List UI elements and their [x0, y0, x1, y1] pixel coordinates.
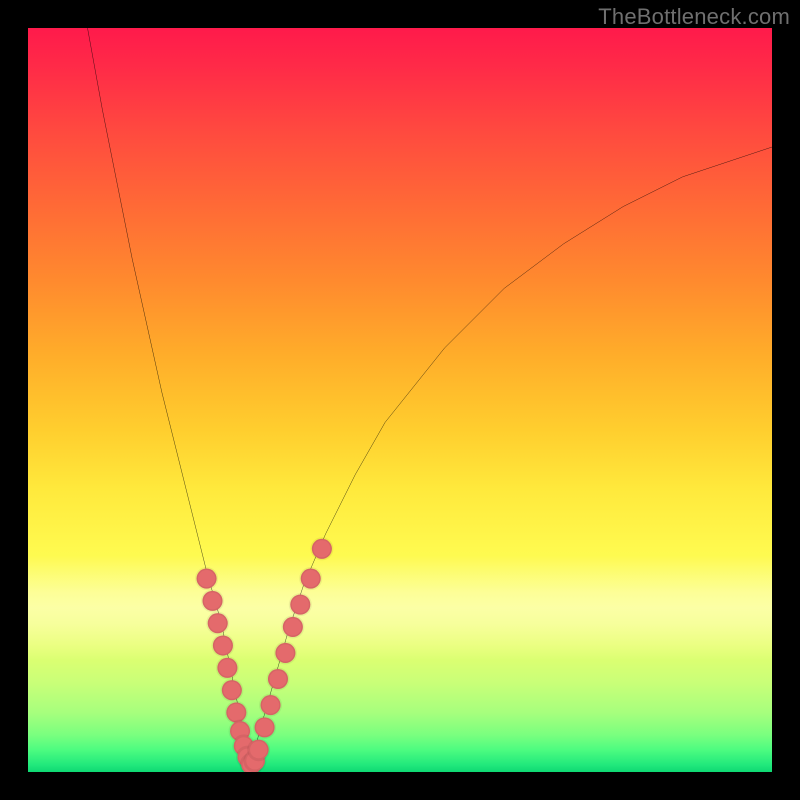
data-point [301, 569, 321, 589]
data-point [213, 635, 233, 655]
outer-frame: TheBottleneck.com [0, 0, 800, 800]
data-point [283, 617, 303, 637]
data-point [197, 569, 217, 589]
data-point [222, 680, 242, 700]
data-point [275, 643, 295, 663]
data-point [217, 658, 237, 678]
data-point [290, 595, 310, 615]
watermark-text: TheBottleneck.com [598, 4, 790, 30]
data-point [202, 591, 222, 611]
data-point [249, 740, 269, 760]
data-point [312, 539, 332, 559]
chart-svg [28, 28, 772, 772]
data-point [261, 695, 281, 715]
data-point [255, 717, 275, 737]
plot-area [28, 28, 772, 772]
dots-right [245, 539, 332, 771]
bottleneck-curve [88, 28, 772, 765]
data-point [208, 613, 228, 633]
data-point [268, 669, 288, 689]
data-point [226, 702, 246, 722]
